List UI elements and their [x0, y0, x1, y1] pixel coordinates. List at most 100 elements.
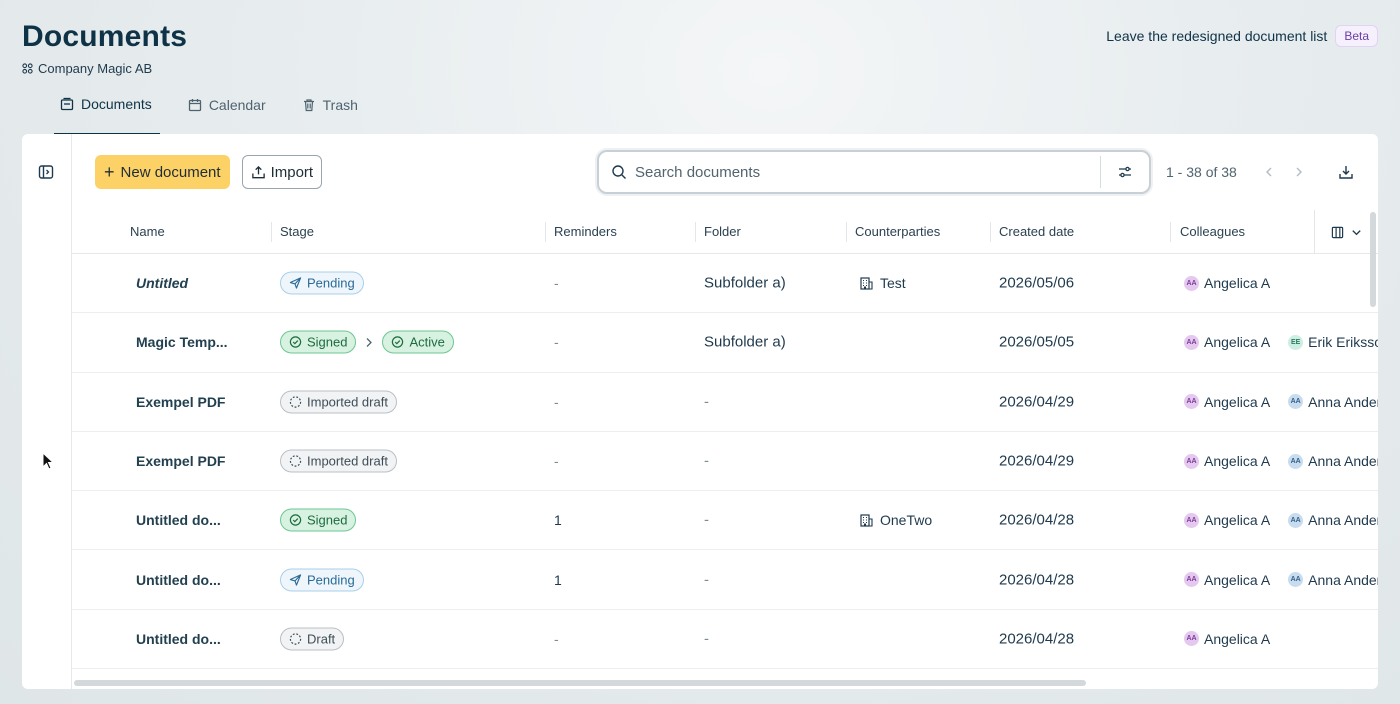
tab-trash[interactable]: Trash: [296, 90, 366, 120]
document-name[interactable]: Magic Temp...: [136, 334, 228, 350]
table-row[interactable]: Untitled Pending - Subfolder a) Test 202…: [72, 254, 1378, 314]
tab-label: Calendar: [208, 97, 266, 113]
table-row[interactable]: Exempel PDF Imported draft - - 2026/04/2…: [72, 432, 1378, 492]
table-header: Name Stage Reminders Folder Counterparti…: [72, 210, 1378, 254]
download-icon[interactable]: [1338, 164, 1354, 180]
vertical-scrollbar[interactable]: [1370, 212, 1376, 307]
column-header-created-date[interactable]: Created date: [999, 224, 1074, 239]
counterparty-cell: Test: [859, 275, 906, 291]
colleague: AA Angelica A: [1184, 394, 1270, 410]
colleague: EE Erik Eriksso: [1288, 334, 1378, 350]
sidebar-toggle-icon[interactable]: [38, 164, 54, 180]
building-icon: [860, 514, 873, 527]
leave-redesign-link[interactable]: Leave the redesigned document list: [1106, 28, 1327, 44]
stage-cell: Signed Active: [280, 330, 454, 354]
document-name[interactable]: Untitled do...: [136, 572, 221, 588]
stage-badge-draft: Draft: [280, 627, 345, 651]
document-name[interactable]: Exempel PDF: [136, 394, 225, 410]
horizontal-scrollbar[interactable]: [74, 680, 1086, 686]
tab-label: Documents: [81, 96, 152, 112]
colleague: AA Angelica A: [1184, 453, 1270, 469]
colleagues-cell: AAAngelica AAAAnna Anders: [1184, 394, 1378, 410]
document-name[interactable]: Exempel PDF: [136, 453, 225, 469]
check-circle-icon: [289, 514, 302, 527]
check-circle-icon: [392, 336, 404, 349]
avatar: AA: [1288, 512, 1304, 528]
colleague: AAAnna Anders: [1288, 512, 1378, 528]
documents-table: Name Stage Reminders Folder Counterparti…: [72, 210, 1378, 670]
created-date-cell: 2026/04/28: [999, 571, 1075, 589]
stage-label: Active: [409, 334, 445, 350]
created-date-cell: 2026/04/28: [999, 511, 1075, 529]
new-document-button[interactable]: + New document: [95, 155, 230, 189]
table-row[interactable]: Untitled do... Pending 1 - 2026/04/28 AA…: [72, 550, 1378, 610]
column-header-counterparties[interactable]: Counterparties: [855, 224, 940, 239]
colleagues-cell: AA Angelica A EE Erik Eriksso: [1184, 334, 1378, 350]
import-label: Import: [270, 163, 314, 181]
search-input[interactable]: [635, 163, 1100, 181]
column-header-reminders[interactable]: Reminders: [554, 224, 617, 239]
import-button[interactable]: Import: [241, 155, 323, 189]
stage-cell: Imported draft: [280, 449, 397, 473]
column-header-name[interactable]: Name: [130, 224, 165, 239]
colleague: AA Angelica A: [1184, 275, 1270, 291]
colleague-name: Angelica A: [1204, 512, 1271, 529]
column-settings-button[interactable]: [1314, 210, 1378, 254]
colleague: AAAnna Anders: [1288, 453, 1378, 469]
column-divider: [990, 222, 991, 242]
document-name[interactable]: Untitled do...: [136, 512, 221, 528]
colleagues-cell: AAAngelica AAAAnna Anders: [1184, 572, 1378, 588]
avatar: AA: [1184, 453, 1199, 469]
tab-documents[interactable]: Documents: [54, 90, 160, 135]
table-body: Untitled Pending - Subfolder a) Test 202…: [72, 254, 1378, 670]
document-name[interactable]: Untitled do...: [136, 631, 221, 647]
reminders-cell: -: [554, 453, 559, 470]
avatar: AA: [1184, 334, 1199, 350]
stage-cell: Draft: [280, 627, 345, 651]
created-date-cell: 2026/04/29: [999, 452, 1075, 470]
tab-bar: Documents Calendar Trash: [54, 90, 388, 135]
colleague: AA Angelica A: [1184, 512, 1270, 528]
chevron-left-icon[interactable]: [1262, 165, 1276, 179]
stage-cell: Pending: [280, 271, 364, 295]
stage-cell: Imported draft: [280, 390, 397, 414]
colleagues-cell: AA Angelica A: [1184, 275, 1282, 291]
avatar: AA: [1184, 572, 1199, 588]
reminders-cell: -: [554, 334, 559, 351]
folder-cell: Subfolder a): [704, 333, 786, 351]
chevron-right-icon[interactable]: [1292, 165, 1306, 179]
column-divider: [1170, 222, 1171, 242]
filter-button[interactable]: [1101, 152, 1149, 192]
dashed-circle-icon: [289, 633, 302, 645]
trash-icon: [303, 99, 314, 112]
documents-icon: [60, 97, 74, 111]
table-row[interactable]: Untitled do... Draft - - 2026/04/28 AA An…: [72, 610, 1378, 670]
stage-cell: Signed: [280, 508, 357, 532]
table-row[interactable]: Exempel PDF Imported draft - - 2026/04/2…: [72, 373, 1378, 432]
stage-label: Signed: [307, 334, 348, 350]
table-row[interactable]: Magic Temp... Signed Active - Subfolder a…: [72, 313, 1378, 373]
company-selector[interactable]: Company Magic AB: [22, 61, 152, 76]
column-header-colleagues[interactable]: Colleagues: [1180, 224, 1245, 239]
colleagues-cell: AA Angelica A: [1184, 631, 1282, 647]
table-row[interactable]: Untitled do... Signed 1 - OneTwo 2026/04…: [72, 491, 1378, 551]
pagination-count: 1 - 38 of 38: [1166, 164, 1237, 180]
avatar: AA: [1184, 394, 1199, 410]
avatar: AA: [1288, 572, 1304, 588]
folder-cell: -: [704, 571, 709, 589]
stage-label: Imported draft: [307, 453, 388, 469]
stage-label: Pending: [307, 275, 355, 291]
colleague-name: Angelica A: [1204, 630, 1271, 647]
chevron-right-icon: [367, 337, 373, 347]
document-name[interactable]: Untitled: [136, 275, 188, 291]
stage-label: Draft: [307, 631, 336, 647]
colleague: AAAnna Anders: [1288, 572, 1378, 588]
stage-badge-draft: Imported draft: [280, 449, 397, 473]
mouse-cursor-icon: [42, 452, 54, 470]
colleague-name: Anna Anders: [1308, 453, 1378, 470]
column-header-folder[interactable]: Folder: [704, 224, 741, 239]
search-icon: [612, 165, 626, 179]
column-divider: [545, 222, 546, 242]
column-header-stage[interactable]: Stage: [280, 224, 314, 239]
tab-calendar[interactable]: Calendar: [182, 90, 274, 120]
